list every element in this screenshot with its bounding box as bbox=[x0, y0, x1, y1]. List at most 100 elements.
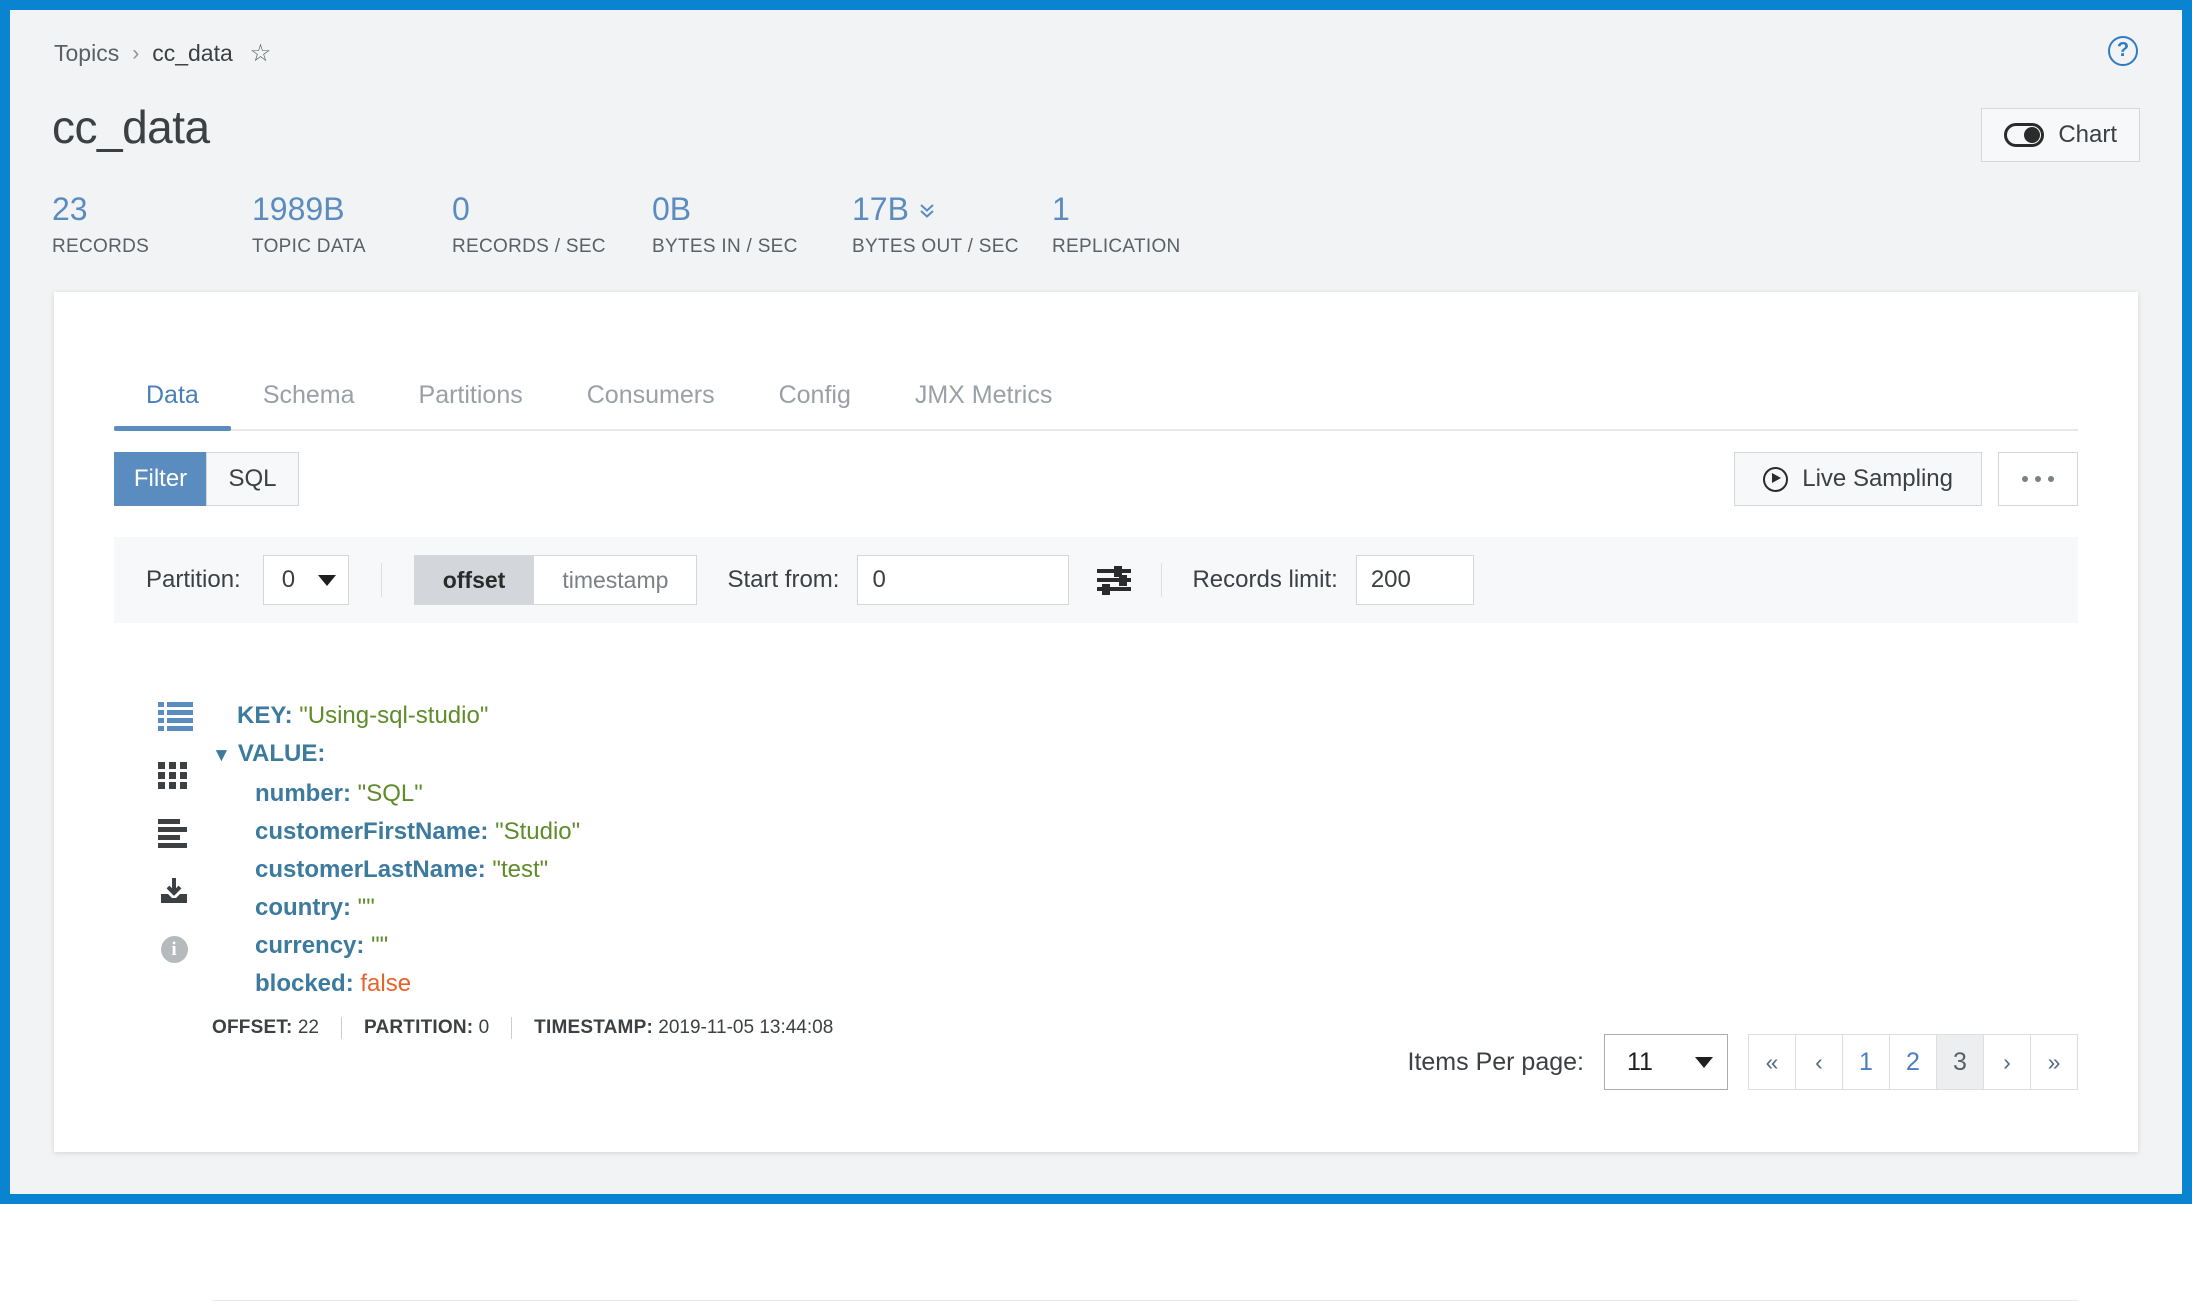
tab-partitions[interactable]: Partitions bbox=[387, 381, 555, 429]
info-icon[interactable]: i bbox=[161, 936, 188, 963]
record-field: currency: "" bbox=[212, 927, 2078, 965]
record-field-name: blocked: bbox=[255, 970, 354, 997]
metric-records-per-sec: 0 RECORDS / SEC bbox=[452, 192, 652, 258]
dot-icon bbox=[2048, 476, 2054, 482]
partition-label: Partition: bbox=[146, 566, 241, 594]
page-first-button[interactable]: « bbox=[1748, 1034, 1796, 1090]
record-value-line[interactable]: ▼ VALUE: bbox=[212, 735, 2078, 775]
metric-value-text: 23 bbox=[52, 192, 88, 227]
record-field: blocked: false bbox=[212, 965, 2078, 1003]
grid-view-icon[interactable] bbox=[158, 760, 190, 788]
tab-data[interactable]: Data bbox=[114, 381, 231, 429]
more-options-button[interactable] bbox=[1998, 452, 2078, 506]
page-3-button[interactable]: 3 bbox=[1936, 1034, 1984, 1090]
divider bbox=[381, 563, 382, 597]
metric-value-text: 1 bbox=[1052, 192, 1070, 227]
record-timestamp-label: TIMESTAMP: bbox=[534, 1017, 653, 1039]
items-per-page-select[interactable]: 11 bbox=[1604, 1034, 1728, 1090]
tab-consumers[interactable]: Consumers bbox=[555, 381, 747, 429]
record-field-value: "" bbox=[358, 894, 375, 921]
app-frame: Topics › cc_data ☆ ? cc_data Chart 23 RE… bbox=[0, 0, 2192, 1204]
metric-bytes-in-per-sec: 0B BYTES IN / SEC bbox=[652, 192, 852, 258]
query-mode-segmented: Filter SQL bbox=[114, 452, 299, 506]
tab-bar: Data Schema Partitions Consumers Config … bbox=[114, 372, 2078, 431]
record-timestamp-value: 2019-11-05 13:44:08 bbox=[658, 1017, 833, 1039]
slider-track-icon bbox=[1097, 578, 1131, 582]
chart-toggle-button[interactable]: Chart bbox=[1981, 108, 2140, 162]
main-card: Data Schema Partitions Consumers Config … bbox=[54, 292, 2138, 1152]
play-circle-icon bbox=[1763, 467, 1788, 492]
page-1-button[interactable]: 1 bbox=[1842, 1034, 1890, 1090]
slider-track-icon bbox=[1097, 569, 1131, 573]
tab-jmx-metrics[interactable]: JMX Metrics bbox=[883, 381, 1085, 429]
breadcrumb-topics-link[interactable]: Topics bbox=[54, 40, 119, 67]
start-from-input[interactable] bbox=[857, 555, 1069, 605]
metric-value: 0B bbox=[652, 192, 852, 227]
partition-select-value: 0 bbox=[282, 566, 295, 594]
records-limit-input[interactable] bbox=[1356, 555, 1474, 605]
record-field-name: country: bbox=[255, 894, 351, 921]
sql-mode-button[interactable]: SQL bbox=[206, 452, 299, 506]
record-field-value: "Studio" bbox=[495, 818, 580, 845]
chevron-down-icon bbox=[1695, 1057, 1713, 1068]
toolbar-actions: Live Sampling bbox=[1734, 452, 2078, 506]
timestamp-mode-button[interactable]: timestamp bbox=[533, 555, 697, 605]
chevron-double-down-icon[interactable] bbox=[916, 199, 938, 221]
live-sampling-button[interactable]: Live Sampling bbox=[1734, 452, 1982, 506]
download-icon[interactable] bbox=[158, 876, 190, 906]
partition-select[interactable]: 0 bbox=[263, 555, 349, 605]
help-icon[interactable]: ? bbox=[2108, 36, 2138, 66]
chevron-down-icon bbox=[318, 575, 336, 586]
metric-label: TOPIC DATA bbox=[252, 236, 452, 258]
filter-bar: Partition: 0 offset timestamp Start from… bbox=[114, 537, 2078, 623]
metrics-row: 23 RECORDS 1989B TOPIC DATA 0 RECORDS / … bbox=[52, 192, 1252, 258]
page-next-button[interactable]: › bbox=[1983, 1034, 2031, 1090]
metric-value-text: 17B bbox=[852, 192, 909, 227]
metric-label: RECORDS / SEC bbox=[452, 236, 652, 258]
dot-icon bbox=[2022, 476, 2028, 482]
record-field-value: "SQL" bbox=[358, 780, 423, 807]
record-key-value: "Using-sql-studio" bbox=[299, 702, 488, 729]
items-per-page-value: 11 bbox=[1627, 1048, 1653, 1077]
filter-settings-icon[interactable] bbox=[1097, 563, 1131, 597]
favorite-star-icon[interactable]: ☆ bbox=[250, 42, 272, 66]
record-value-label: VALUE: bbox=[238, 740, 326, 767]
start-from-label: Start from: bbox=[727, 566, 839, 594]
page-header: Topics › cc_data ☆ ? cc_data Chart 23 RE… bbox=[20, 20, 2172, 292]
record-viewer: KEY: "Using-sql-studio" ▼VALUE: number: … bbox=[212, 697, 2078, 1039]
tab-config[interactable]: Config bbox=[747, 381, 883, 429]
metric-value: 17B bbox=[852, 192, 1052, 227]
metric-records: 23 RECORDS bbox=[52, 192, 252, 258]
divider bbox=[511, 1017, 512, 1039]
divider bbox=[1161, 563, 1162, 597]
data-toolbar: Filter SQL Live Sampling bbox=[114, 452, 2078, 506]
filter-mode-button[interactable]: Filter bbox=[114, 452, 207, 506]
record-field-name: number: bbox=[255, 780, 351, 807]
page-last-button[interactable]: » bbox=[2030, 1034, 2078, 1090]
metric-label: REPLICATION bbox=[1052, 236, 1252, 258]
collapse-triangle-icon[interactable]: ▼ bbox=[212, 745, 231, 766]
record-field-name: customerFirstName: bbox=[255, 818, 488, 845]
page-2-button[interactable]: 2 bbox=[1889, 1034, 1937, 1090]
toggle-switch-icon bbox=[2004, 123, 2044, 147]
page-prev-button[interactable]: ‹ bbox=[1795, 1034, 1843, 1090]
chart-toggle-label: Chart bbox=[2058, 121, 2117, 149]
start-mode-segmented: offset timestamp bbox=[414, 555, 698, 605]
divider bbox=[341, 1017, 342, 1039]
record-offset-label: OFFSET: bbox=[212, 1017, 293, 1039]
metric-value-text: 0B bbox=[652, 192, 691, 227]
list-view-icon[interactable] bbox=[158, 702, 190, 730]
record-field-value: "" bbox=[371, 932, 388, 959]
tab-schema[interactable]: Schema bbox=[231, 381, 387, 429]
breadcrumb-current: cc_data bbox=[152, 40, 233, 67]
metric-label: BYTES IN / SEC bbox=[652, 236, 852, 258]
metric-bytes-out-per-sec: 17B BYTES OUT / SEC bbox=[852, 192, 1052, 258]
offset-mode-button[interactable]: offset bbox=[414, 555, 535, 605]
metric-label: RECORDS bbox=[52, 236, 252, 258]
record-field-name: currency: bbox=[255, 932, 364, 959]
metric-replication: 1 REPLICATION bbox=[1052, 192, 1252, 258]
view-mode-rail: i bbox=[154, 702, 194, 963]
record-field: number: "SQL" bbox=[212, 775, 2078, 813]
metric-value: 0 bbox=[452, 192, 652, 227]
text-view-icon[interactable] bbox=[158, 818, 190, 846]
